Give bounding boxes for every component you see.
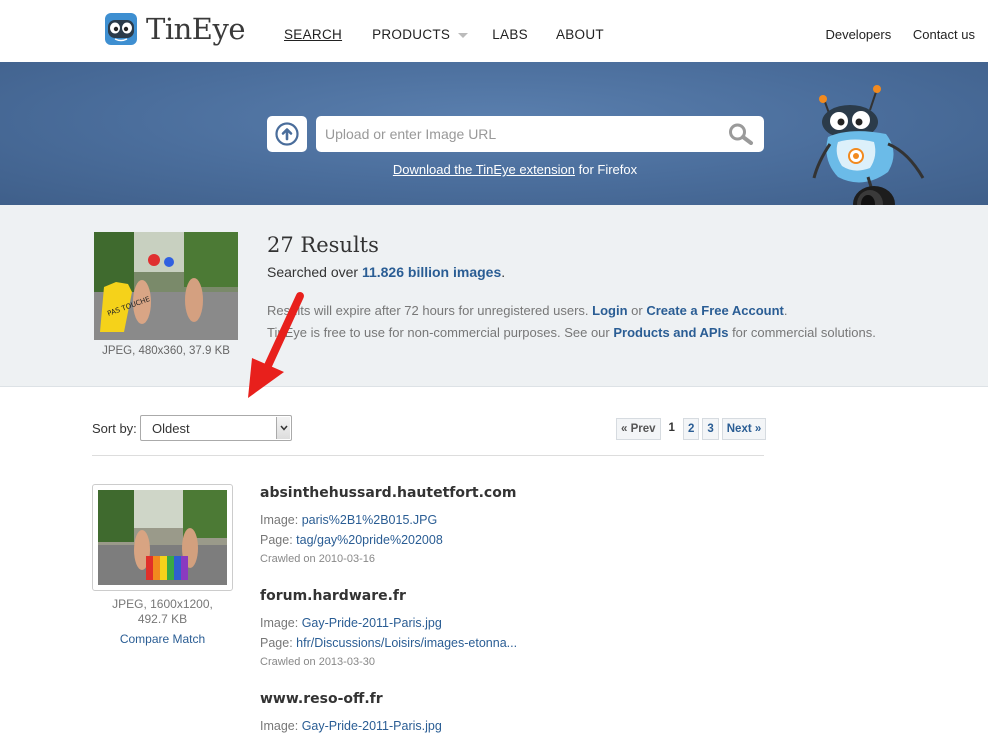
match-image-line: Image: Gay-Pride-2011-Paris.jpg <box>260 719 442 733</box>
index-size: 11.826 billion images <box>361 264 502 280</box>
page-label: Page: <box>260 636 297 650</box>
match-page-link[interactable]: tag/gay%20pride%202008 <box>296 533 443 547</box>
pager-current: 1 <box>668 422 675 434</box>
pagination: « Prev 1 2 3 Next » <box>616 418 769 440</box>
header-right-links: Developers Contact us <box>807 27 975 42</box>
match-image-link[interactable]: Gay-Pride-2011-Paris.jpg <box>302 616 442 630</box>
image-url-input[interactable] <box>325 124 715 144</box>
match-image-meta: JPEG, 1600x1200, 492.7 KB <box>92 597 233 627</box>
match-site-name[interactable]: www.reso-off.fr <box>260 691 383 707</box>
query-image-photo: PAS TOUCHE <box>94 232 238 340</box>
crawled-date: Crawled on 2013-03-30 <box>260 656 375 668</box>
compare-match-link[interactable]: Compare Match <box>92 632 233 646</box>
query-image-meta: JPEG, 480x360, 37.9 KB <box>102 345 230 357</box>
main-nav: SEARCH PRODUCTS LABS ABOUT <box>284 27 604 42</box>
match-site-name[interactable]: forum.hardware.fr <box>260 588 406 604</box>
pager-page-2[interactable]: 2 <box>682 418 700 440</box>
match-page-line: Page: hfr/Discussions/Loisirs/images-eto… <box>260 636 517 650</box>
expire-notice-or: or <box>627 303 647 318</box>
products-apis-link[interactable]: Products and APIs <box>613 325 728 340</box>
logo-text: TinEye <box>146 12 246 46</box>
divider <box>92 455 764 456</box>
match-image-link[interactable]: paris%2B1%2B015.JPG <box>302 513 438 527</box>
select-chevron-down-icon <box>276 417 290 439</box>
match-image-link[interactable]: Gay-Pride-2011-Paris.jpg <box>302 719 442 733</box>
match-page-line: Page: tag/gay%20pride%202008 <box>260 533 443 547</box>
red-annotation-arrow-icon <box>248 292 304 398</box>
pager-page-3[interactable]: 3 <box>702 418 719 440</box>
pager-next[interactable]: Next » <box>721 418 767 440</box>
search-box <box>316 116 764 152</box>
contact-link[interactable]: Contact us <box>913 27 975 42</box>
searched-prefix: Searched over <box>267 264 362 280</box>
nav-labs[interactable]: LABS <box>492 27 528 42</box>
nav-about[interactable]: ABOUT <box>556 27 604 42</box>
extension-suffix: for Firefox <box>575 162 638 177</box>
crawled-date: Crawled on 2010-03-16 <box>260 553 375 565</box>
download-extension-link[interactable]: Download the TinEye extension <box>393 162 575 177</box>
search-icon[interactable] <box>728 123 754 145</box>
top-header: TinEye SEARCH PRODUCTS LABS ABOUT Develo… <box>0 0 988 62</box>
tineye-logo[interactable]: TinEye <box>104 12 246 46</box>
match-image-line: Image: Gay-Pride-2011-Paris.jpg <box>260 616 442 630</box>
match-page-link[interactable]: hfr/Discussions/Loisirs/images-etonna... <box>296 636 517 650</box>
results-summary: PAS TOUCHE JPEG, 480x360, 37.9 KB 27 Res… <box>0 205 988 387</box>
sort-selected-value: Oldest <box>152 421 190 436</box>
tineye-robot-logo-icon <box>105 13 137 45</box>
page-label: Page: <box>260 533 297 547</box>
image-label: Image: <box>260 719 302 733</box>
sort-select[interactable]: Oldest <box>140 415 292 441</box>
caret-down-icon <box>458 32 469 38</box>
query-image-thumbnail[interactable]: PAS TOUCHE <box>94 232 238 340</box>
sort-by-label: Sort by: <box>92 421 137 436</box>
create-account-link[interactable]: Create a Free Account <box>646 303 784 318</box>
pager-prev[interactable]: « Prev <box>616 418 661 440</box>
usage-notice: TinEye is free to use for non-commercial… <box>267 325 876 340</box>
expire-notice: Results will expire after 72 hours for u… <box>267 303 787 318</box>
match-site-name[interactable]: absinthehussard.hautetfort.com <box>260 485 516 501</box>
match-image-line: Image: paris%2B1%2B015.JPG <box>260 513 437 527</box>
match-meta-line2: 492.7 KB <box>137 612 188 626</box>
match-thumbnail-frame[interactable] <box>92 484 233 591</box>
usage-notice-suffix: for commercial solutions. <box>728 325 876 340</box>
nav-products-label: PRODUCTS <box>372 27 451 42</box>
searched-suffix: . <box>501 264 506 280</box>
developers-link[interactable]: Developers <box>825 27 891 42</box>
nav-search[interactable]: SEARCH <box>284 27 342 42</box>
match-thumbnail <box>98 490 227 585</box>
upload-arrow-icon <box>275 122 299 146</box>
image-label: Image: <box>260 616 302 630</box>
usage-notice-prefix: TinEye is free to use for non-commercial… <box>267 325 614 340</box>
searched-over-text: Searched over 11.826 billion images. <box>267 264 505 280</box>
match-image-photo <box>98 490 227 585</box>
image-label: Image: <box>260 513 302 527</box>
upload-button[interactable] <box>267 116 307 152</box>
expire-notice-end: . <box>783 303 788 318</box>
nav-products[interactable]: PRODUCTS <box>372 27 469 42</box>
results-count-title: 27 Results <box>267 233 379 257</box>
match-meta-line1: JPEG, 1600x1200, <box>112 597 213 611</box>
expire-notice-prefix: Results will expire after 72 hours for u… <box>267 303 593 318</box>
login-link[interactable]: Login <box>592 303 627 318</box>
